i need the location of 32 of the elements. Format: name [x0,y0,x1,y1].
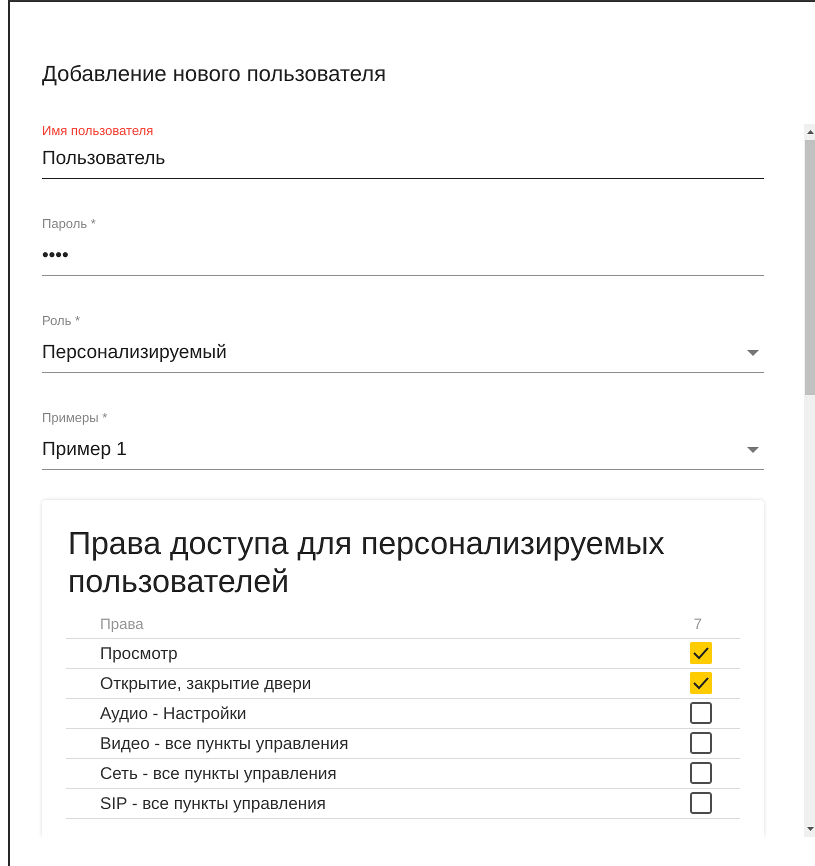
input-field[interactable]: Имя пользователя Пользователь [42,124,764,179]
checkbox[interactable] [690,762,712,784]
field-label: Имя пользователя [42,124,154,138]
scrollbar[interactable] [804,124,815,837]
field-value: Пользователь [42,147,166,171]
field-label: Роль * [42,314,82,328]
input-field[interactable]: Пароль * •••• [42,179,764,276]
permission-label: Открытие, закрытие двери [100,672,312,695]
column-header: Права [100,615,144,636]
checkbox[interactable] [690,642,712,664]
select-field[interactable]: Примеры * Пример 1 [42,373,764,470]
dropdown-caret-icon[interactable] [747,447,759,454]
field-value: •••• [42,244,69,268]
permission-label: Аудио - Настройки [100,702,246,725]
checkbox[interactable] [690,702,712,724]
select-field[interactable]: Роль * Персонализируемый [42,276,764,373]
field-value: Пример 1 [42,438,127,462]
scrollbar-thumb[interactable] [805,140,815,395]
dialog-title: Добавление нового пользователя [42,60,386,88]
dropdown-caret-icon[interactable] [747,350,759,356]
permission-label: Видео - все пункты управления [100,732,348,755]
checkbox[interactable] [690,792,712,814]
card-title: Права доступа для персонализируемых пользователей [67,524,666,601]
field-label: Примеры * [42,411,108,424]
field-value: Персонализируемый [42,341,227,365]
field-label: Пароль * [42,217,97,230]
checkbox[interactable] [690,732,712,754]
permission-label: Сеть - все пункты управления [100,762,337,785]
permission-label: Просмотр [100,642,178,665]
permission-label: SIP - все пункты управления [100,792,326,815]
column-header: 7 [694,615,702,636]
checkbox[interactable] [690,672,712,694]
